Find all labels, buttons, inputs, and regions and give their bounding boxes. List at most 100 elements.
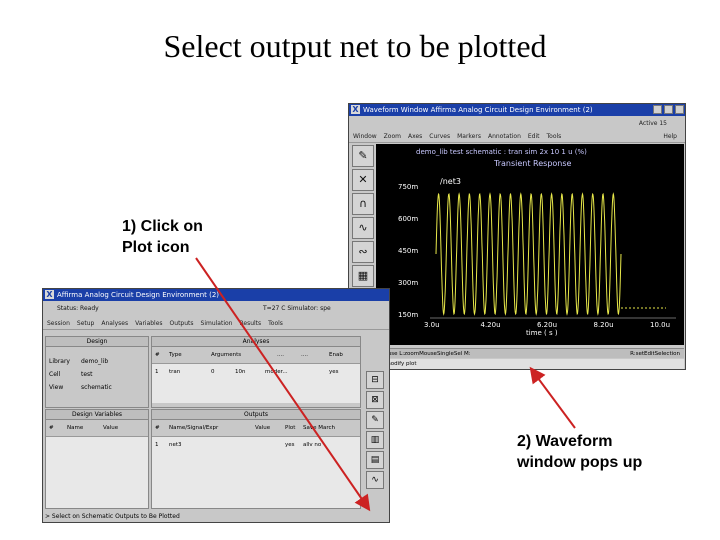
callout-line: window pops up [517,454,643,471]
ade-menubar: Session Setup Analyses Variables Outputs… [43,318,389,330]
menu-tools[interactable]: Tools [268,318,283,329]
plot-svg: demo_lib test schematic : tran sim 2x 10… [398,148,676,337]
menu-analyses[interactable]: Analyses [101,318,128,329]
menu-curves[interactable]: Curves [429,131,450,142]
y-tick-label: 600m [398,215,418,223]
grid-icon[interactable]: ▦ [352,265,374,287]
analyses-col: Arguments [211,352,242,358]
design-var-col: Name [67,425,84,431]
waveform-window: X Waveform Window Affirma Analog Circuit… [348,103,686,370]
mouse-binding-bar: mouse L:zoomMouseSingleSel M: R:setEditS… [376,348,684,358]
arrow-to-waveform-window [529,366,576,429]
window-controls [653,105,684,114]
menu-annotation[interactable]: Annotation [488,131,521,142]
design-variables-table[interactable] [46,436,148,508]
menu-tools[interactable]: Tools [547,131,562,142]
menu-outputs[interactable]: Outputs [170,318,194,329]
ade-titlebar[interactable]: X Affirma Analog Circuit Design Environm… [43,289,389,301]
x-window-icon[interactable]: X [351,105,360,114]
outputs-col: Value [255,425,271,431]
pencil-icon[interactable]: ✎ [366,411,384,429]
crosshair-icon[interactable]: ✕ [352,169,374,191]
callout-line: Plot icon [122,239,190,256]
ade-toolbar: ⊟ ⊠ ✎ ▥ ▤ ∿ [365,369,387,491]
mouse-binding-left: mouse L:zoomMouseSingleSel M: [379,351,471,357]
design-var-col: Value [103,425,119,431]
x-tick-label: 6.20u [537,321,557,329]
menu-setup[interactable]: Setup [77,318,94,329]
callout-line: 1) Click on [122,218,203,235]
analyses-col: # [155,352,160,358]
waveform-menubar: Window Zoom Axes Curves Markers Annotati… [349,131,685,143]
menu-help[interactable]: Help [663,131,677,142]
y-tick-label: 750m [398,183,418,191]
table-row[interactable]: 1 tran 0 10n moder... yes [152,364,360,380]
arch-icon[interactable]: ∩ [352,193,374,215]
x-axis-label: time ( s ) [526,329,558,337]
outputs-cell: 1 [155,442,159,448]
waveform-titlebar[interactable]: X Waveform Window Affirma Analog Circuit… [349,104,685,116]
minimize-button[interactable] [653,105,662,114]
outputs-cell: allv no [303,442,322,448]
menu-session[interactable]: Session [47,318,70,329]
outputs-cell: yes [285,442,295,448]
ade-status: Status: Ready [57,305,99,312]
x-window-icon[interactable]: X [45,290,54,299]
outputs-col: Save March [303,425,336,431]
outputs-panel: Outputs # Name/Signal/Expr Value Plot Sa… [151,409,361,509]
design-var-col: # [49,425,54,431]
analyses-col: Type [169,352,182,358]
outputs-col: Plot [285,425,296,431]
analyses-header: Analyses [152,337,360,347]
mouse-binding-right: R:setEditSelection [630,351,680,357]
menu-variables[interactable]: Variables [135,318,162,329]
pencil-icon[interactable]: ✎ [352,145,374,167]
y-tick-label: 300m [398,279,418,287]
analyses-col: Enab [329,352,343,358]
menu-edit[interactable]: Edit [528,131,540,142]
menu-axes[interactable]: Axes [408,131,422,142]
list-icon[interactable]: ▤ [366,451,384,469]
ade-prompt: > Select on Schematic Outputs to Be Plot… [45,513,180,520]
maximize-button[interactable] [664,105,673,114]
outputs-columns: # Name/Signal/Expr Value Plot Save March [152,420,360,436]
menu-results[interactable]: Results [239,318,261,329]
command-line[interactable]: > modify plot [376,359,684,369]
outputs-cell [255,437,285,453]
wave-icon[interactable]: ∿ [352,217,374,239]
analyses-col: .... [301,352,308,358]
menu-zoom[interactable]: Zoom [384,131,401,142]
plot-icon[interactable]: ∿ [366,471,384,489]
analyses-cell: tran [169,369,181,375]
netlist-icon[interactable]: ⊟ [366,371,384,389]
analyses-cell: 0 [211,369,215,375]
menu-simulation[interactable]: Simulation [201,318,233,329]
design-variables-columns: # Name Value [46,420,148,436]
design-header: Design [46,337,148,347]
view-label: View [49,384,64,391]
cell-value: test [81,371,93,378]
y-tick-label: 450m [398,247,418,255]
design-variables-panel: Design Variables # Name Value [45,409,149,509]
menu-markers[interactable]: Markers [457,131,481,142]
callout-line: 2) Waveform [517,433,613,450]
zoom-wave-icon[interactable]: ∾ [352,241,374,263]
plot-header: demo_lib test schematic : tran sim 2x 10… [416,148,587,156]
plot-title: Transient Response [493,159,572,168]
setup-icon[interactable]: ⊠ [366,391,384,409]
waveform-plot[interactable]: demo_lib test schematic : tran sim 2x 10… [376,144,684,345]
x-tick-label: 10.0u [650,321,670,329]
menu-window[interactable]: Window [353,131,377,142]
list-icon[interactable]: ▥ [366,431,384,449]
close-button[interactable] [675,105,684,114]
library-row: Library demo_lib [46,355,148,368]
outputs-table: 1 net3 yes allv no [152,436,360,508]
x-tick-label: 8.20u [594,321,614,329]
analyses-columns: # Type Arguments .... .... Enab [152,347,360,363]
cell-label: Cell [49,371,61,378]
ade-window: X Affirma Analog Circuit Design Environm… [42,288,390,523]
view-value: schematic [81,384,112,391]
y-tick-label: 150m [398,311,418,319]
analyses-panel: Analyses # Type Arguments .... .... Enab… [151,336,361,408]
table-row[interactable]: 1 net3 yes allv no [152,437,360,453]
